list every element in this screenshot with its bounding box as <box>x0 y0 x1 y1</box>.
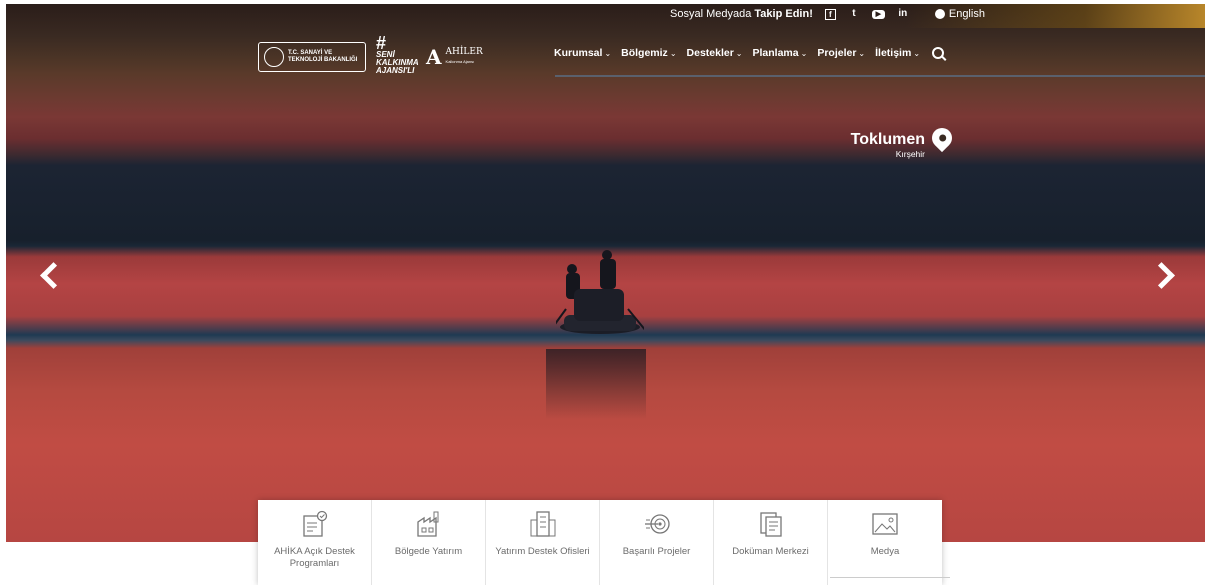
nav-divider <box>555 75 1205 77</box>
logo-group: T.C. SANAYİ VE TEKNOLOJİ BAKANLIĞI # SEN… <box>258 34 483 75</box>
twitter-icon[interactable]: t <box>848 8 860 20</box>
tile-bolgede-yatirim[interactable]: Bölgede Yatırım <box>372 500 486 585</box>
agency-title: AHİLER <box>445 47 483 57</box>
target-icon <box>644 514 670 534</box>
facebook-icon[interactable]: f <box>824 8 836 20</box>
tile-label: Bölgede Yatırım <box>394 546 463 557</box>
nav-item-iletisim[interactable]: İletişim ⌄ <box>875 47 920 59</box>
language-switch[interactable]: English <box>934 8 985 20</box>
youtube-icon[interactable]: ▶ <box>871 9 885 19</box>
boat-silhouette <box>556 250 644 334</box>
quick-links: AHİKA Açık Destek Programları Bölgede Ya… <box>258 500 942 585</box>
boat-reflection <box>546 349 646 419</box>
image-icon <box>872 513 898 535</box>
search-icon[interactable] <box>932 47 945 59</box>
tile-label: AHİKA Açık Destek Programları <box>274 546 355 569</box>
main-nav: Kurumsal ⌄ Bölgemiz ⌄ Destekler ⌄ Planlama ⌄… <box>554 47 945 59</box>
social-bar: Sosyal Medyada Takip Edin! f t ▶ in Engl… <box>670 8 985 20</box>
chevron-down-icon: ⌄ <box>604 49 612 58</box>
tile-hover-underline <box>830 577 950 578</box>
tile-dokuman-merkezi[interactable]: Doküman Merkezi <box>714 500 828 585</box>
hero-slider <box>6 4 1205 542</box>
chevron-down-icon: ⌄ <box>858 49 866 58</box>
ministry-seal-icon <box>264 47 284 67</box>
documents-icon <box>759 512 782 537</box>
tile-medya[interactable]: Medya <box>828 500 942 585</box>
agency-logo[interactable]: A AHİLER Kalkınma Ajansı <box>426 45 483 69</box>
hero-location: Toklumen Kırşehir <box>830 131 925 159</box>
social-label: Sosyal Medyada Takip Edin! <box>670 8 813 20</box>
location-city: Kırşehir <box>895 149 925 159</box>
agency-logo-text: AHİLER Kalkınma Ajansı <box>446 48 483 66</box>
tile-label: Başarılı Projeler <box>622 546 691 557</box>
tile-yatirim-destek-ofisleri[interactable]: Yatırım Destek Ofisleri <box>486 500 600 585</box>
chevron-down-icon: ⌄ <box>913 49 921 58</box>
nav-item-destekler[interactable]: Destekler ⌄ <box>687 47 743 59</box>
tile-label: Doküman Merkezi <box>732 546 809 557</box>
chevron-down-icon: ⌄ <box>735 49 743 58</box>
nav-item-planlama[interactable]: Planlama ⌄ <box>753 47 808 59</box>
hashtag-logo[interactable]: # SENİ KALKINMA AJANSI'LI <box>376 34 419 75</box>
tile-acik-destek[interactable]: AHİKA Açık Destek Programları <box>258 500 372 585</box>
chevron-down-icon: ⌄ <box>669 49 677 58</box>
tile-label: Medya <box>870 546 900 557</box>
nav-item-bolgemiz[interactable]: Bölgemiz ⌄ <box>621 47 676 59</box>
linkedin-icon[interactable]: in <box>897 8 909 20</box>
nav-item-kurumsal[interactable]: Kurumsal ⌄ <box>554 47 611 59</box>
tile-label: Yatırım Destek Ofisleri <box>495 546 590 557</box>
location-name: Toklumen <box>850 131 925 148</box>
ministry-logo[interactable]: T.C. SANAYİ VE TEKNOLOJİ BAKANLIĞI <box>258 42 366 72</box>
agency-subtitle: Kalkınma Ajansı <box>445 59 475 64</box>
tile-basarili-projeler[interactable]: Başarılı Projeler <box>600 500 714 585</box>
ministry-logo-text: T.C. SANAYİ VE TEKNOLOJİ BAKANLIĞI <box>288 50 358 63</box>
chevron-down-icon: ⌄ <box>800 49 808 58</box>
office-building-icon <box>530 511 555 537</box>
hashtag-line3: AJANSI'LI <box>376 66 415 75</box>
language-label: English <box>948 8 985 20</box>
support-document-icon <box>302 510 327 537</box>
factory-icon <box>416 511 438 537</box>
globe-icon <box>934 9 945 19</box>
nav-item-projeler[interactable]: Projeler ⌄ <box>817 47 865 59</box>
agency-logo-mark: A <box>426 45 442 69</box>
